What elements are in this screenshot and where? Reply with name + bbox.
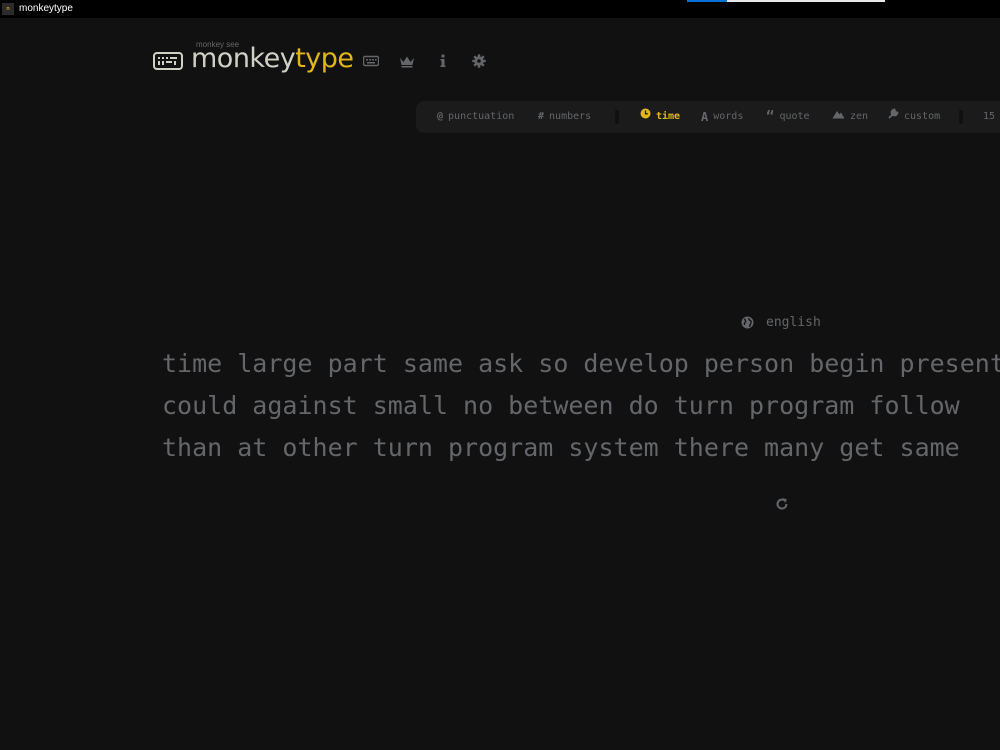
font-icon: A: [701, 110, 709, 124]
window-title: monkeytype: [19, 3, 73, 14]
mode-words[interactable]: A words: [701, 101, 743, 133]
logo-accent-text: type: [295, 43, 354, 74]
crown-icon[interactable]: [398, 52, 416, 70]
logo-main-text: monkey: [191, 43, 296, 74]
duration-label: 15: [983, 111, 996, 122]
time-label: time: [656, 111, 681, 122]
info-icon[interactable]: [434, 52, 452, 70]
words-area[interactable]: time large part same ask so develop pers…: [162, 345, 1000, 471]
zen-label: zen: [850, 111, 869, 122]
hash-icon: #: [538, 111, 545, 122]
taskbar-strip-blue: [687, 0, 727, 2]
quote-label: quote: [779, 111, 810, 122]
time-option-15[interactable]: 15: [983, 101, 995, 133]
custom-label: custom: [904, 111, 941, 122]
restart-icon[interactable]: [774, 496, 790, 512]
clock-icon: [640, 101, 651, 133]
word-line: could against small no between do turn p…: [162, 391, 960, 420]
quote-icon: “: [766, 109, 775, 125]
keyboard-logo-icon[interactable]: [153, 52, 183, 70]
keyboard-icon[interactable]: [362, 52, 380, 70]
config-separator: [615, 110, 619, 124]
globe-icon: [741, 316, 754, 329]
mode-custom[interactable]: custom: [888, 101, 940, 133]
at-icon: @: [437, 111, 444, 122]
wrench-icon: [888, 101, 899, 133]
words-label: words: [713, 111, 744, 122]
mountain-icon: [832, 101, 845, 133]
test-config-bar: @ punctuation # numbers time A words “ q…: [416, 101, 1000, 133]
gear-icon[interactable]: [470, 52, 488, 70]
app-icon: m: [2, 3, 14, 15]
mode-quote[interactable]: “ quote: [766, 101, 810, 133]
language-button[interactable]: english: [741, 313, 821, 331]
taskbar-strip-white: [727, 0, 885, 2]
word-line: than at other turn program system there …: [162, 433, 960, 462]
window-titlebar: m monkeytype: [0, 0, 1000, 18]
punctuation-toggle[interactable]: @ punctuation: [437, 101, 514, 133]
config-separator: [959, 110, 963, 124]
punctuation-label: punctuation: [448, 111, 515, 122]
numbers-label: numbers: [549, 111, 592, 122]
mode-zen[interactable]: zen: [832, 101, 868, 133]
logo-wordmark[interactable]: monkeytype: [191, 43, 354, 74]
numbers-toggle[interactable]: # numbers: [538, 101, 591, 133]
mode-time[interactable]: time: [640, 101, 680, 133]
language-label: english: [766, 314, 821, 330]
word-line: time large part same ask so develop pers…: [162, 349, 1000, 378]
